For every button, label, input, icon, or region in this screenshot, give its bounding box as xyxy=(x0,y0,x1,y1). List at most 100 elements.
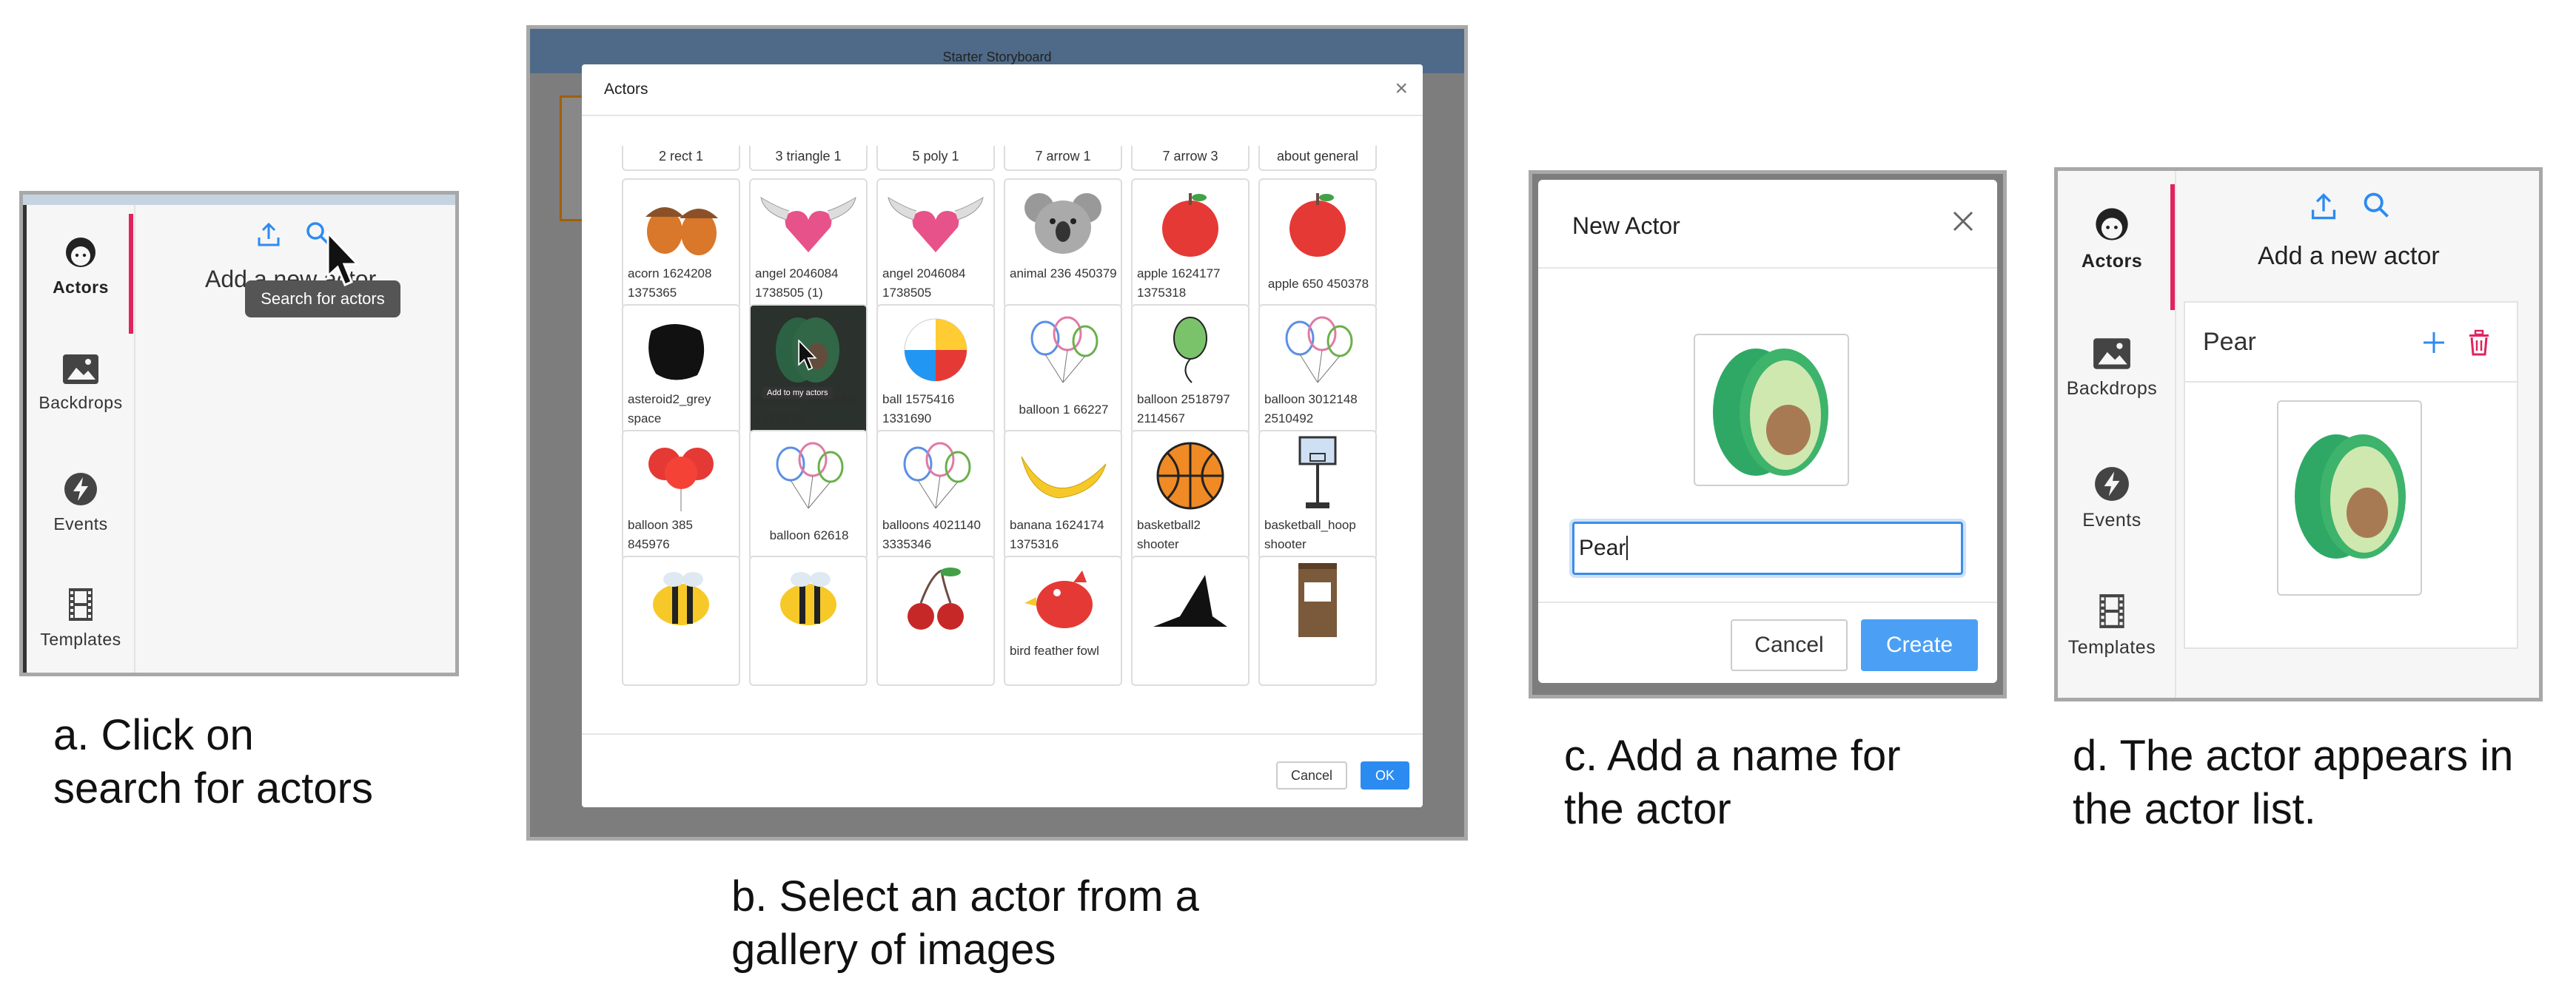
sidebar-item-backdrops[interactable]: Backdrops xyxy=(2058,337,2166,400)
asteroid-icon xyxy=(648,324,705,380)
face-icon xyxy=(66,238,95,267)
sidebar-item-events[interactable]: Events xyxy=(2058,465,2166,531)
gallery-tile[interactable]: animal 236 450379 xyxy=(1004,178,1122,309)
sidebar-item-label: Templates xyxy=(40,630,121,649)
tile-label: ball 1575416 1331690 xyxy=(882,392,955,425)
apple-icon xyxy=(1289,193,1346,257)
cancel-button[interactable]: Cancel xyxy=(1731,619,1848,671)
create-button[interactable]: Create xyxy=(1861,619,1978,671)
balloons-icon xyxy=(1285,316,1353,383)
modal-header: Actors × xyxy=(582,64,1423,116)
close-icon[interactable]: × xyxy=(1395,76,1408,101)
gallery-tile[interactable]: balloons 4021140 3335346 xyxy=(876,430,995,560)
gallery-tile[interactable]: asteroid2_grey space xyxy=(622,304,740,434)
gallery-tile[interactable] xyxy=(1131,556,1250,686)
gallery-tile[interactable]: apple 650 450378 xyxy=(1258,178,1377,309)
tile-label: balloon 2518797 2114567 xyxy=(1137,392,1230,425)
sidebar-item-actors[interactable]: Actors xyxy=(27,235,135,297)
gallery-tile[interactable]: 3 triangle 1 xyxy=(749,146,868,171)
balloon-icon xyxy=(1173,317,1207,383)
gallery-tile[interactable]: ball 1575416 1331690 xyxy=(876,304,995,434)
gallery-tile[interactable]: 7 arrow 1 xyxy=(1004,146,1122,171)
gallery-tile[interactable]: acorn 1624208 1375365 xyxy=(622,178,740,309)
gallery-tile[interactable]: apple 1624177 1375318 xyxy=(1131,178,1250,309)
actor-name-value: Pear xyxy=(1579,536,1626,560)
gallery-tile[interactable] xyxy=(749,556,868,686)
sidebar-item-label: Actors xyxy=(2081,251,2143,272)
gallery-tile[interactable] xyxy=(622,556,740,686)
beach-ball-icon xyxy=(904,318,967,382)
gallery-tile[interactable]: angel 2046084 1738505 (1) xyxy=(749,178,868,309)
gallery-tile[interactable]: basketball_hoop shooter xyxy=(1258,430,1377,560)
actor-name-input[interactable]: Pear xyxy=(1572,522,1963,575)
upload-icon[interactable] xyxy=(256,221,281,248)
search-icon[interactable] xyxy=(2361,190,2391,220)
add-to-my-actors-label[interactable]: Add to my actors xyxy=(762,387,833,399)
caption-d: d. The actor appears in the actor list. xyxy=(2073,732,2514,833)
panel-a-sidebar: Actors Backdrops Events Templates Add a … xyxy=(19,191,459,676)
gallery-tile[interactable]: balloon 385 845976 xyxy=(622,430,740,560)
gallery-tile[interactable]: balloon 62618 xyxy=(749,430,868,560)
tile-label: asteroid2_grey space xyxy=(628,392,711,425)
gallery-tile[interactable]: bird feather fowl xyxy=(1004,556,1122,686)
close-icon[interactable] xyxy=(1948,206,1978,236)
tile-label: bird feather fowl xyxy=(1010,644,1099,658)
tile-label: apple 1624177 1375318 xyxy=(1137,266,1221,300)
tile-label: animal 236 450379 xyxy=(1010,266,1117,280)
basketball-hoop-icon xyxy=(1298,436,1337,508)
image-icon xyxy=(2093,338,2130,369)
trash-icon[interactable] xyxy=(2466,329,2492,356)
dialog-title: New Actor xyxy=(1572,212,1680,239)
bee-icon xyxy=(653,572,709,625)
actor-preview xyxy=(2277,400,2422,596)
tile-label: balloon 3012148 2510492 xyxy=(1264,392,1358,425)
sidebar-item-label: Backdrops xyxy=(38,393,123,412)
gallery-tile[interactable]: 2 rect 1 xyxy=(622,146,740,171)
tile-label: basketball_hoop shooter xyxy=(1264,518,1356,551)
sidebar: Actors Backdrops Events Templates xyxy=(23,205,131,673)
tile-label: banana 1624174 1375316 xyxy=(1010,518,1104,551)
tile-label: balloons 4021140 3335346 xyxy=(882,518,981,551)
caption-c: c. Add a name for the actor xyxy=(1564,732,1901,833)
actor-name: Pear xyxy=(2203,328,2256,356)
tile-label: acorn 1624208 1375365 xyxy=(628,266,712,300)
sidebar-item-backdrops[interactable]: Backdrops xyxy=(27,353,135,413)
avocado-icon xyxy=(1713,349,1828,476)
winged-heart-icon xyxy=(760,197,856,252)
actor-card-header: Pear xyxy=(2185,303,2517,383)
actors-modal: Actors × 2 rect 1 3 triangle 1 5 poly 1 7 a… xyxy=(582,64,1423,807)
film-icon xyxy=(69,588,93,621)
gallery-tile[interactable] xyxy=(1258,556,1377,686)
gallery-tile[interactable]: balloon 1 66227 xyxy=(1004,304,1122,434)
cancel-button[interactable]: Cancel xyxy=(1276,761,1347,790)
divider xyxy=(2175,171,2176,698)
sidebar-item-templates[interactable]: Templates xyxy=(2058,593,2166,659)
actor-gallery: 2 rect 1 3 triangle 1 5 poly 1 7 arrow 1 7 a… xyxy=(622,146,1377,708)
gallery-tile[interactable]: 7 arrow 3 xyxy=(1131,146,1250,171)
tile-label: apple 650 450378 xyxy=(1267,277,1369,291)
plus-icon[interactable] xyxy=(2421,329,2447,356)
sidebar-item-label: Events xyxy=(53,514,108,533)
balloons-icon xyxy=(1030,316,1099,383)
gallery-tile[interactable]: 5 poly 1 xyxy=(876,146,995,171)
gallery-tile[interactable]: avocado 1624186 1375510Add to my actors xyxy=(749,304,868,434)
sidebar-item-label: Events xyxy=(2082,510,2141,531)
gallery-tile[interactable]: balloon 3012148 2510492 xyxy=(1258,304,1377,434)
sidebar-item-events[interactable]: Events xyxy=(27,471,135,534)
gallery-tile[interactable] xyxy=(876,556,995,686)
gallery-tile[interactable]: basketball2 shooter xyxy=(1131,430,1250,560)
mouse-cursor-icon xyxy=(326,232,360,286)
gallery-tile[interactable]: about general xyxy=(1258,146,1377,171)
gallery-tile[interactable]: banana 1624174 1375316 xyxy=(1004,430,1122,560)
sidebar: Actors Backdrops Events Templates xyxy=(2058,171,2173,698)
tile-label: angel 2046084 1738505 xyxy=(882,266,966,300)
gallery-tile[interactable]: angel 2046084 1738505 xyxy=(876,178,995,309)
caption-b: b. Select an actor from a gallery of ima… xyxy=(731,872,1199,974)
sidebar-item-actors[interactable]: Actors xyxy=(2058,205,2166,272)
sidebar-item-templates[interactable]: Templates xyxy=(27,587,135,650)
gallery-tile[interactable]: balloon 2518797 2114567 xyxy=(1131,304,1250,434)
upload-icon[interactable] xyxy=(2310,192,2338,221)
red-balloons-icon xyxy=(648,448,714,511)
mouse-cursor-icon xyxy=(798,340,817,371)
ok-button[interactable]: OK xyxy=(1361,761,1409,790)
